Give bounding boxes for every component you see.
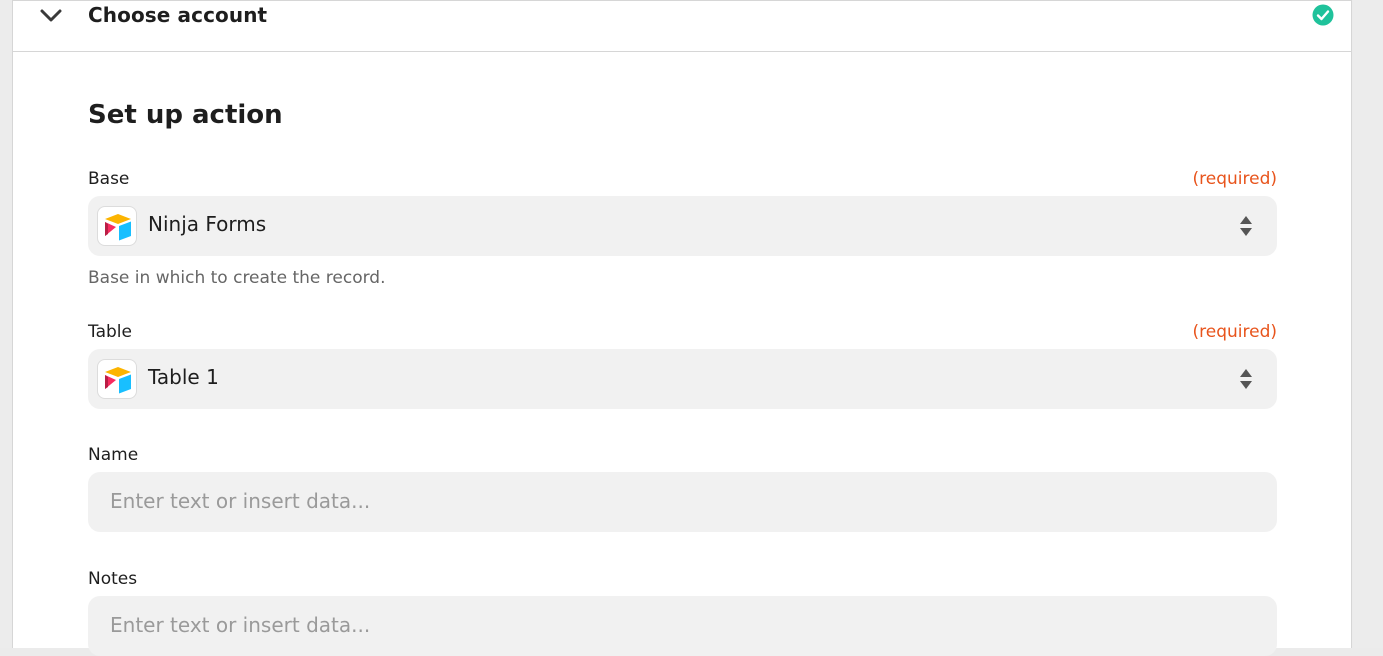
table-required-indicator: (required) <box>1192 322 1278 342</box>
header-title: Choose account <box>88 3 268 27</box>
airtable-icon <box>97 359 137 399</box>
table-select[interactable]: Table 1 <box>88 349 1277 409</box>
name-input[interactable]: Enter text or insert data... <box>88 472 1277 532</box>
left-gutter <box>0 0 12 648</box>
step-panel: Choose account Set up action Base (requi… <box>12 0 1352 656</box>
notes-input-placeholder: Enter text or insert data... <box>110 613 371 637</box>
check-circle-icon <box>1312 4 1334 26</box>
chevron-down-icon[interactable] <box>40 5 62 25</box>
table-label: Table <box>88 322 132 342</box>
name-input-placeholder: Enter text or insert data... <box>110 489 371 513</box>
table-select-value: Table 1 <box>148 365 219 389</box>
page: Choose account Set up action Base (requi… <box>0 0 1383 656</box>
notes-input[interactable]: Enter text or insert data... <box>88 596 1277 656</box>
choose-account-header[interactable]: Choose account <box>13 0 1351 52</box>
right-scrollbar-track[interactable] <box>1353 0 1383 648</box>
sort-arrows-icon <box>1240 369 1252 389</box>
name-label: Name <box>88 445 139 465</box>
notes-label: Notes <box>88 569 138 589</box>
section-title: Set up action <box>88 100 283 130</box>
base-required-indicator: (required) <box>1192 169 1278 189</box>
sort-arrows-icon <box>1240 216 1252 236</box>
base-label: Base <box>88 169 130 189</box>
base-help-text: Base in which to create the record. <box>88 268 386 288</box>
airtable-icon <box>97 206 137 246</box>
base-select-value: Ninja Forms <box>148 212 267 236</box>
base-select[interactable]: Ninja Forms <box>88 196 1277 256</box>
